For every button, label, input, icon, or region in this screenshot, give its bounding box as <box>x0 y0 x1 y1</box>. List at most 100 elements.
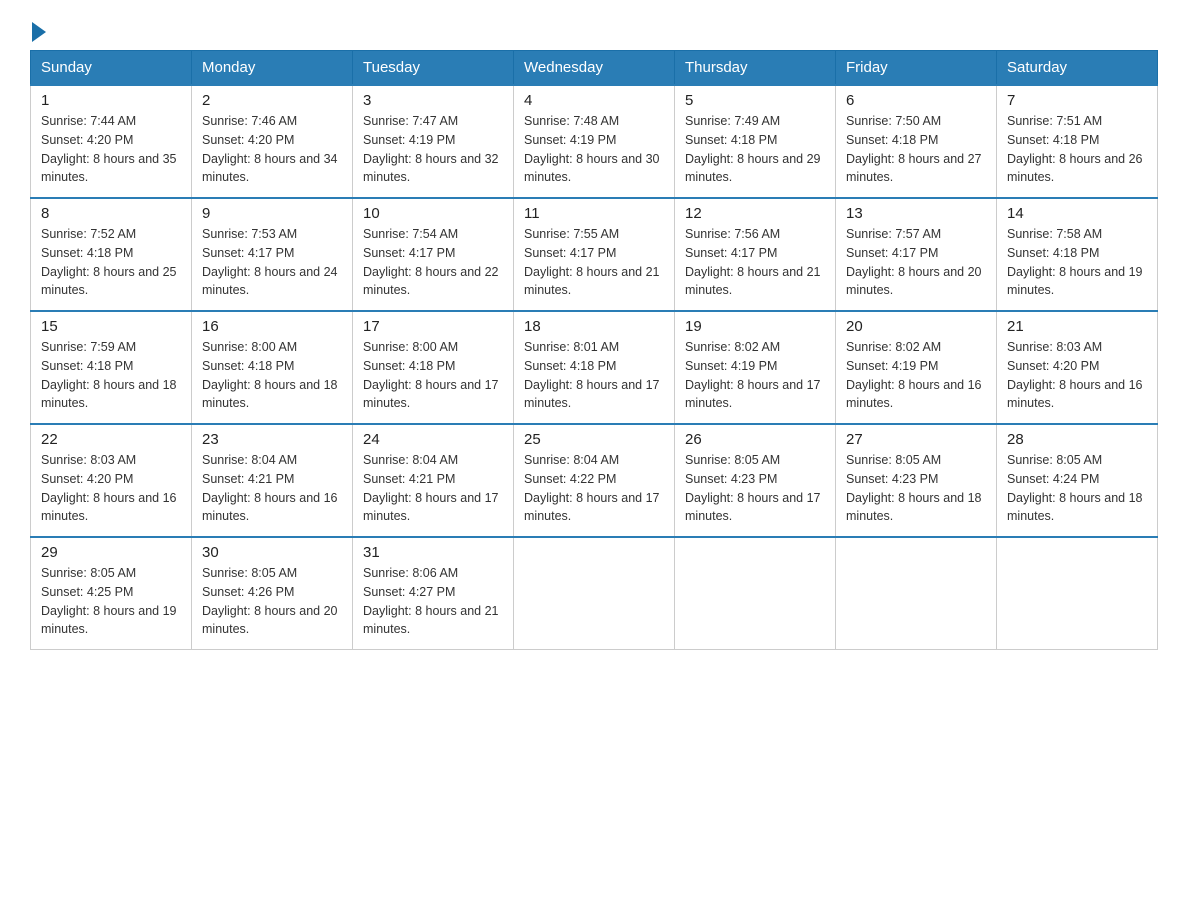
day-number: 14 <box>1007 205 1147 222</box>
day-number: 13 <box>846 205 986 222</box>
day-info: Sunrise: 8:04 AM Sunset: 4:21 PM Dayligh… <box>363 451 503 526</box>
day-info: Sunrise: 7:59 AM Sunset: 4:18 PM Dayligh… <box>41 338 181 413</box>
calendar-day-cell: 31 Sunrise: 8:06 AM Sunset: 4:27 PM Dayl… <box>353 537 514 650</box>
calendar-weekday-thursday: Thursday <box>675 51 836 86</box>
day-number: 23 <box>202 431 342 448</box>
day-number: 11 <box>524 205 664 222</box>
calendar-day-cell: 9 Sunrise: 7:53 AM Sunset: 4:17 PM Dayli… <box>192 198 353 311</box>
calendar-day-cell: 5 Sunrise: 7:49 AM Sunset: 4:18 PM Dayli… <box>675 85 836 198</box>
day-info: Sunrise: 8:04 AM Sunset: 4:22 PM Dayligh… <box>524 451 664 526</box>
day-number: 31 <box>363 544 503 561</box>
calendar-day-cell: 17 Sunrise: 8:00 AM Sunset: 4:18 PM Dayl… <box>353 311 514 424</box>
calendar-day-cell: 22 Sunrise: 8:03 AM Sunset: 4:20 PM Dayl… <box>31 424 192 537</box>
day-number: 10 <box>363 205 503 222</box>
day-number: 28 <box>1007 431 1147 448</box>
calendar-day-cell: 4 Sunrise: 7:48 AM Sunset: 4:19 PM Dayli… <box>514 85 675 198</box>
day-info: Sunrise: 7:56 AM Sunset: 4:17 PM Dayligh… <box>685 225 825 300</box>
day-number: 19 <box>685 318 825 335</box>
calendar-day-cell: 3 Sunrise: 7:47 AM Sunset: 4:19 PM Dayli… <box>353 85 514 198</box>
calendar-week-row: 22 Sunrise: 8:03 AM Sunset: 4:20 PM Dayl… <box>31 424 1158 537</box>
day-number: 29 <box>41 544 181 561</box>
calendar-day-cell: 2 Sunrise: 7:46 AM Sunset: 4:20 PM Dayli… <box>192 85 353 198</box>
day-info: Sunrise: 7:58 AM Sunset: 4:18 PM Dayligh… <box>1007 225 1147 300</box>
day-number: 24 <box>363 431 503 448</box>
calendar-weekday-friday: Friday <box>836 51 997 86</box>
calendar-day-cell: 25 Sunrise: 8:04 AM Sunset: 4:22 PM Dayl… <box>514 424 675 537</box>
day-number: 27 <box>846 431 986 448</box>
day-info: Sunrise: 7:49 AM Sunset: 4:18 PM Dayligh… <box>685 112 825 187</box>
calendar-table: SundayMondayTuesdayWednesdayThursdayFrid… <box>30 50 1158 650</box>
day-info: Sunrise: 7:50 AM Sunset: 4:18 PM Dayligh… <box>846 112 986 187</box>
day-info: Sunrise: 8:02 AM Sunset: 4:19 PM Dayligh… <box>846 338 986 413</box>
empty-cell <box>997 537 1158 650</box>
calendar-week-row: 15 Sunrise: 7:59 AM Sunset: 4:18 PM Dayl… <box>31 311 1158 424</box>
day-number: 7 <box>1007 92 1147 109</box>
empty-cell <box>675 537 836 650</box>
day-number: 26 <box>685 431 825 448</box>
calendar-day-cell: 16 Sunrise: 8:00 AM Sunset: 4:18 PM Dayl… <box>192 311 353 424</box>
day-info: Sunrise: 7:51 AM Sunset: 4:18 PM Dayligh… <box>1007 112 1147 187</box>
day-info: Sunrise: 8:05 AM Sunset: 4:26 PM Dayligh… <box>202 564 342 639</box>
calendar-weekday-wednesday: Wednesday <box>514 51 675 86</box>
calendar-day-cell: 1 Sunrise: 7:44 AM Sunset: 4:20 PM Dayli… <box>31 85 192 198</box>
calendar-day-cell: 6 Sunrise: 7:50 AM Sunset: 4:18 PM Dayli… <box>836 85 997 198</box>
day-number: 15 <box>41 318 181 335</box>
calendar-day-cell: 13 Sunrise: 7:57 AM Sunset: 4:17 PM Dayl… <box>836 198 997 311</box>
day-number: 4 <box>524 92 664 109</box>
day-number: 21 <box>1007 318 1147 335</box>
day-info: Sunrise: 7:53 AM Sunset: 4:17 PM Dayligh… <box>202 225 342 300</box>
day-info: Sunrise: 7:44 AM Sunset: 4:20 PM Dayligh… <box>41 112 181 187</box>
calendar-day-cell: 19 Sunrise: 8:02 AM Sunset: 4:19 PM Dayl… <box>675 311 836 424</box>
calendar-header-row: SundayMondayTuesdayWednesdayThursdayFrid… <box>31 51 1158 86</box>
calendar-week-row: 29 Sunrise: 8:05 AM Sunset: 4:25 PM Dayl… <box>31 537 1158 650</box>
day-info: Sunrise: 7:55 AM Sunset: 4:17 PM Dayligh… <box>524 225 664 300</box>
day-number: 17 <box>363 318 503 335</box>
day-number: 20 <box>846 318 986 335</box>
day-info: Sunrise: 8:03 AM Sunset: 4:20 PM Dayligh… <box>1007 338 1147 413</box>
calendar-day-cell: 15 Sunrise: 7:59 AM Sunset: 4:18 PM Dayl… <box>31 311 192 424</box>
calendar-weekday-sunday: Sunday <box>31 51 192 86</box>
day-number: 16 <box>202 318 342 335</box>
day-number: 8 <box>41 205 181 222</box>
day-info: Sunrise: 7:57 AM Sunset: 4:17 PM Dayligh… <box>846 225 986 300</box>
day-info: Sunrise: 8:00 AM Sunset: 4:18 PM Dayligh… <box>363 338 503 413</box>
day-info: Sunrise: 7:54 AM Sunset: 4:17 PM Dayligh… <box>363 225 503 300</box>
calendar-day-cell: 12 Sunrise: 7:56 AM Sunset: 4:17 PM Dayl… <box>675 198 836 311</box>
calendar-week-row: 1 Sunrise: 7:44 AM Sunset: 4:20 PM Dayli… <box>31 85 1158 198</box>
empty-cell <box>514 537 675 650</box>
day-number: 6 <box>846 92 986 109</box>
empty-cell <box>836 537 997 650</box>
day-number: 3 <box>363 92 503 109</box>
calendar-day-cell: 24 Sunrise: 8:04 AM Sunset: 4:21 PM Dayl… <box>353 424 514 537</box>
calendar-day-cell: 20 Sunrise: 8:02 AM Sunset: 4:19 PM Dayl… <box>836 311 997 424</box>
day-number: 12 <box>685 205 825 222</box>
day-number: 1 <box>41 92 181 109</box>
day-info: Sunrise: 8:06 AM Sunset: 4:27 PM Dayligh… <box>363 564 503 639</box>
calendar-day-cell: 27 Sunrise: 8:05 AM Sunset: 4:23 PM Dayl… <box>836 424 997 537</box>
day-info: Sunrise: 8:05 AM Sunset: 4:24 PM Dayligh… <box>1007 451 1147 526</box>
day-info: Sunrise: 8:00 AM Sunset: 4:18 PM Dayligh… <box>202 338 342 413</box>
day-number: 18 <box>524 318 664 335</box>
logo-triangle-icon <box>32 22 46 42</box>
calendar-weekday-saturday: Saturday <box>997 51 1158 86</box>
day-info: Sunrise: 8:03 AM Sunset: 4:20 PM Dayligh… <box>41 451 181 526</box>
day-info: Sunrise: 8:01 AM Sunset: 4:18 PM Dayligh… <box>524 338 664 413</box>
calendar-day-cell: 23 Sunrise: 8:04 AM Sunset: 4:21 PM Dayl… <box>192 424 353 537</box>
day-info: Sunrise: 8:04 AM Sunset: 4:21 PM Dayligh… <box>202 451 342 526</box>
day-number: 30 <box>202 544 342 561</box>
day-info: Sunrise: 7:48 AM Sunset: 4:19 PM Dayligh… <box>524 112 664 187</box>
calendar-day-cell: 21 Sunrise: 8:03 AM Sunset: 4:20 PM Dayl… <box>997 311 1158 424</box>
calendar-weekday-monday: Monday <box>192 51 353 86</box>
day-info: Sunrise: 7:46 AM Sunset: 4:20 PM Dayligh… <box>202 112 342 187</box>
calendar-day-cell: 29 Sunrise: 8:05 AM Sunset: 4:25 PM Dayl… <box>31 537 192 650</box>
day-number: 22 <box>41 431 181 448</box>
day-info: Sunrise: 7:52 AM Sunset: 4:18 PM Dayligh… <box>41 225 181 300</box>
calendar-day-cell: 28 Sunrise: 8:05 AM Sunset: 4:24 PM Dayl… <box>997 424 1158 537</box>
day-info: Sunrise: 8:02 AM Sunset: 4:19 PM Dayligh… <box>685 338 825 413</box>
day-info: Sunrise: 8:05 AM Sunset: 4:25 PM Dayligh… <box>41 564 181 639</box>
day-number: 5 <box>685 92 825 109</box>
calendar-day-cell: 7 Sunrise: 7:51 AM Sunset: 4:18 PM Dayli… <box>997 85 1158 198</box>
logo <box>30 20 46 40</box>
day-info: Sunrise: 8:05 AM Sunset: 4:23 PM Dayligh… <box>846 451 986 526</box>
calendar-day-cell: 18 Sunrise: 8:01 AM Sunset: 4:18 PM Dayl… <box>514 311 675 424</box>
